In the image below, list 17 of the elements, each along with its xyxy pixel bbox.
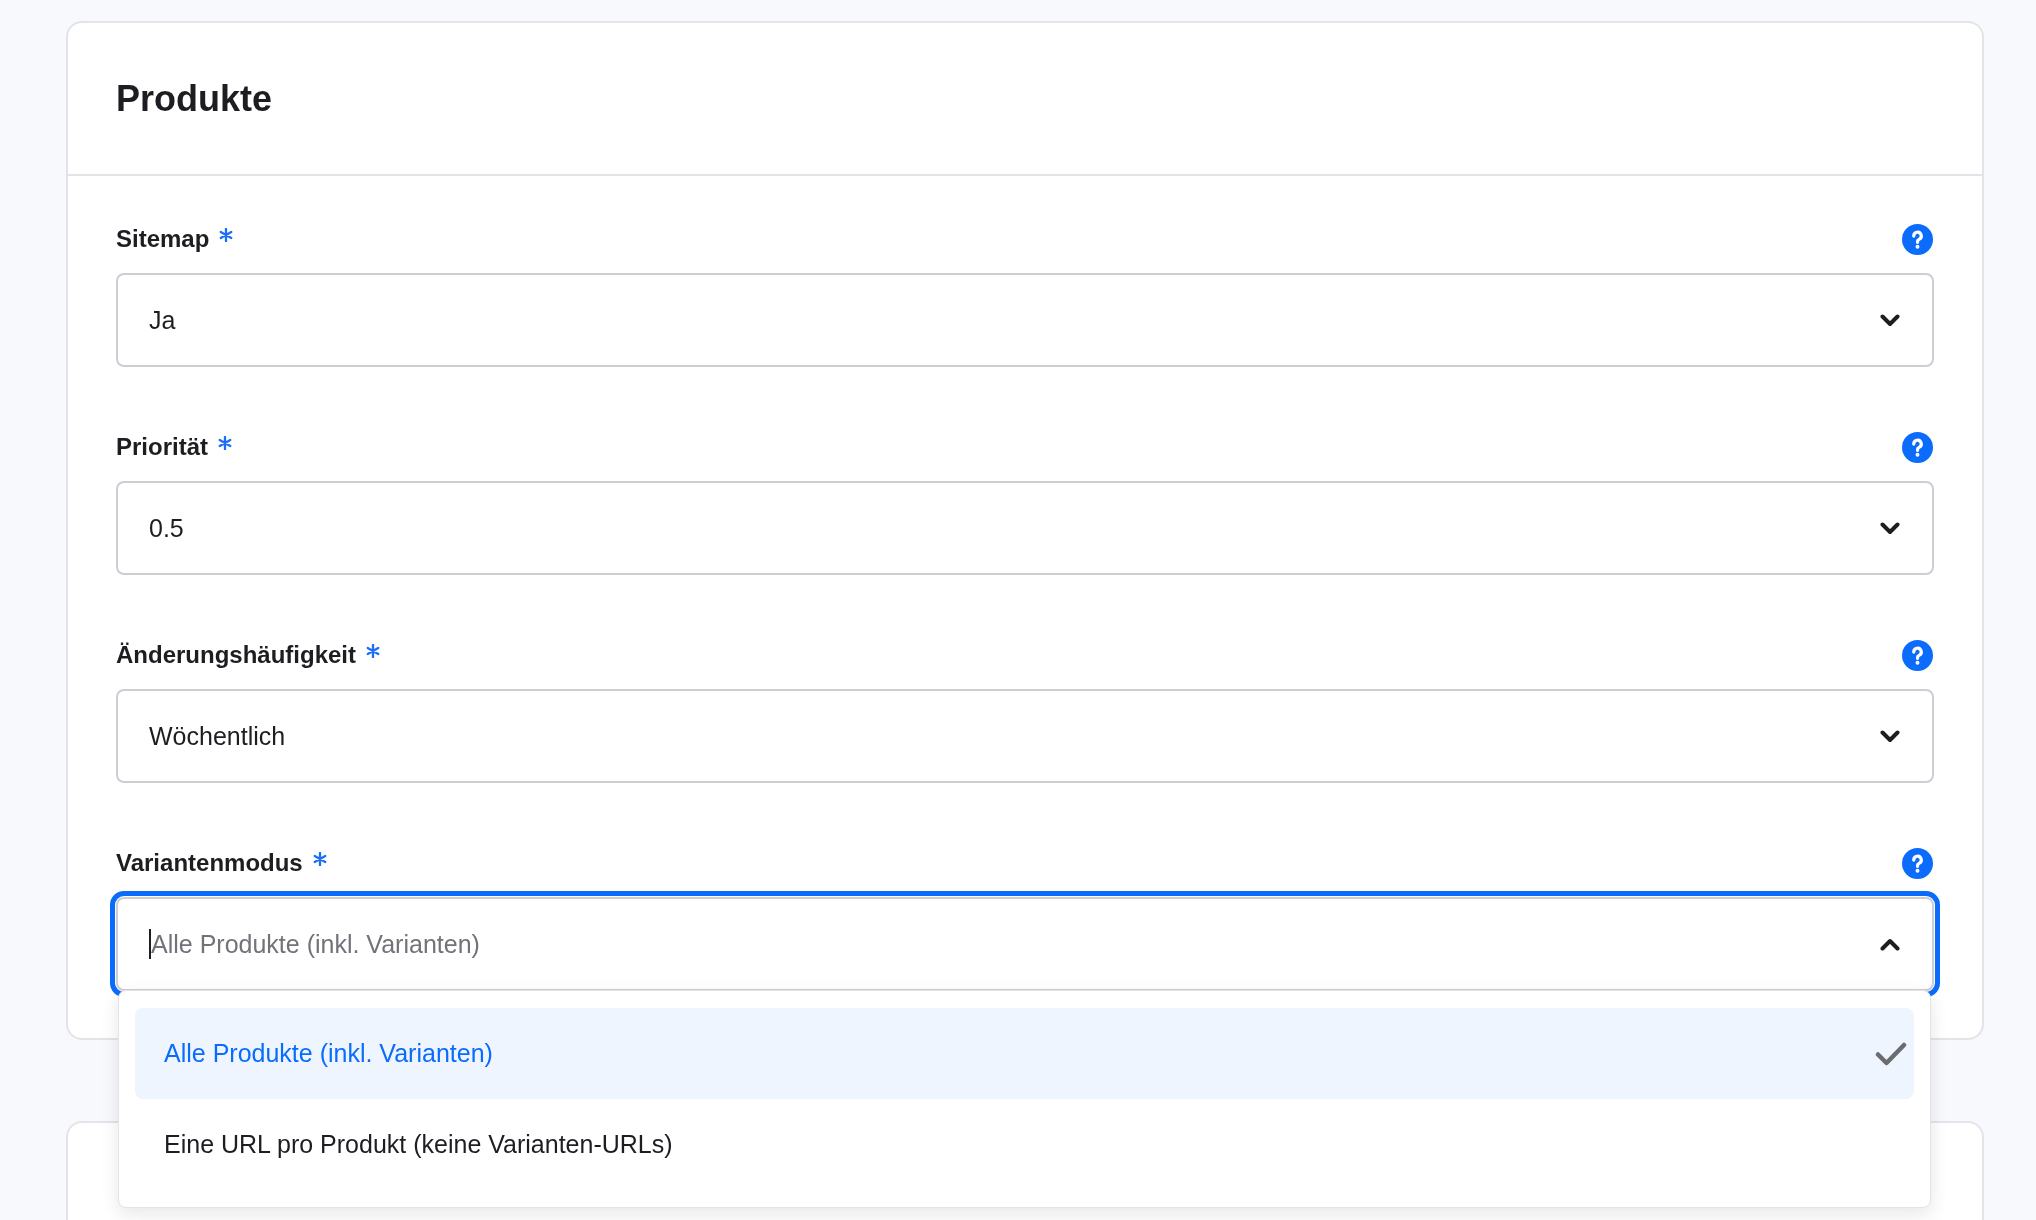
check-icon: [1875, 1041, 1907, 1066]
help-icon[interactable]: [1902, 639, 1933, 671]
select-field[interactable]: 0.5: [116, 481, 1934, 575]
field-label: Priorität: [116, 432, 208, 462]
field-label: Sitemap: [116, 224, 210, 254]
select-field[interactable]: Ja: [116, 273, 1934, 367]
help-icon[interactable]: [1902, 847, 1933, 879]
dropdown-option[interactable]: Alle Produkte (inkl. Varianten): [135, 1008, 1914, 1099]
field-label: Variantenmodus: [116, 848, 303, 878]
help-icon[interactable]: [1902, 223, 1933, 255]
text-cursor-icon: [149, 929, 151, 959]
dropdown-option[interactable]: Eine URL pro Produkt (keine Varianten-URLs): [135, 1099, 1914, 1190]
select-field[interactable]: Wöchentlich: [116, 689, 1934, 783]
card-title: Produkte: [116, 76, 273, 121]
help-icon[interactable]: [1902, 431, 1933, 463]
search-input[interactable]: Alle Produkte (inkl. Varianten): [151, 929, 1880, 959]
field-label: Änderungshäufigkeit: [116, 640, 356, 670]
